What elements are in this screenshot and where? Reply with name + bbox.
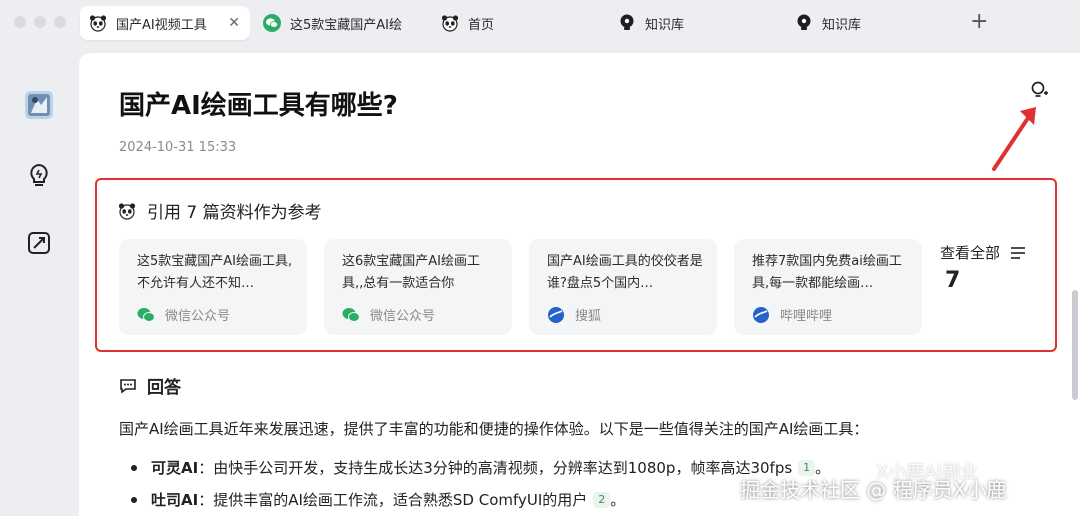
wechat-icon [342,307,360,322]
reference-card[interactable]: 这6款宝藏国产AI绘画工具,,总有一款适合你 微信公众号 [324,239,512,335]
window-close-dot[interactable] [14,16,26,28]
tab-bar: 国产AI视频工具 ✕ 这5款宝藏国产AI绘 首页 知识库 知识库 + [0,0,1080,44]
timestamp: 2024-10-31 15:33 [119,140,237,155]
sentence-end: 。 [610,491,626,509]
view-all-button[interactable]: 查看全部 [940,242,1026,263]
answer-panel: 国产AI绘画工具有哪些? 2024-10-31 15:33 引用 7 篇资料作为… [79,53,1080,516]
reference-source-label: 哔哩哔哩 [780,309,833,324]
tab-ai-video-tools[interactable]: 国产AI视频工具 ✕ [80,6,250,40]
scrollbar[interactable] [1072,290,1078,400]
citation-badge[interactable]: 2 [593,491,611,508]
lightbulb-icon [30,163,48,186]
reference-card[interactable]: 推荐7款国内免费ai绘画工具,每一款都能绘画… 哔哩哔哩 [734,239,922,335]
sidebar-item-ideas[interactable] [24,160,54,190]
reference-card[interactable]: 这5款宝藏国产AI绘画工具,不允许有人还不知… 微信公众号 [119,239,307,335]
chat-icon [120,378,136,394]
tab-wechat-article[interactable]: 这5款宝藏国产AI绘 [262,6,422,40]
answer-intro: 国产AI绘画工具近年来发展迅速，提供了丰富的功能和便捷的操作体验。以下是一些值得… [119,420,869,438]
panda-icon [89,15,107,32]
tab-label: 知识库 [645,17,685,33]
tab-label: 知识库 [822,17,862,33]
list-icon [1011,246,1026,259]
reference-source-label: 微信公众号 [370,309,436,324]
page-title: 国产AI绘画工具有哪些? [119,91,398,121]
tool-description: ：由快手公司开发，支持生成长达3分钟的高清视频，分辨率达到1080p，帧率高达3… [198,459,793,477]
reference-title: 国产AI绘画工具的佼佼者是谁?盘点5个国内… [547,254,703,291]
reference-title: 这6款宝藏国产AI绘画工具,,总有一款适合你 [342,254,480,291]
answer-heading: 回答 [119,373,181,398]
sidebar-item-write[interactable] [24,228,54,258]
reference-source: 搜狐 [547,305,601,324]
wechat-icon [137,307,155,322]
reference-title: 推荐7款国内免费ai绘画工具,每一款都能绘画… [752,254,902,291]
bullet-dot [131,464,137,471]
tool-description: ：提供丰富的AI绘画工作流，适合熟悉SD ComfyUI的用户 [198,491,588,509]
new-tab-button[interactable]: + [970,10,988,34]
reference-source: 哔哩哔哩 [752,305,832,324]
reference-card[interactable]: 国产AI绘画工具的佼佼者是谁?盘点5个国内… 搜狐 [529,239,717,335]
tab-knowledge-base-2[interactable]: 知识库 [794,6,914,40]
reference-title: 这5款宝藏国产AI绘画工具,不允许有人还不知… [137,254,293,291]
bullet-dot [131,496,137,503]
window-zoom-dot[interactable] [54,16,66,28]
reference-source: 微信公众号 [137,305,230,324]
list-item: 可灵AI ：由快手公司开发，支持生成长达3分钟的高清视频，分辨率达到1080p，… [131,457,830,478]
references-heading-text: 引用 7 篇资料作为参考 [147,203,322,223]
answer-heading-text: 回答 [147,378,181,398]
edit-icon [28,232,50,254]
bulb-icon [620,14,634,30]
references-heading: 引用 7 篇资料作为参考 [117,198,322,223]
tab-close-icon[interactable]: ✕ [228,15,240,31]
window-minimize-dot[interactable] [34,16,46,28]
annotation-arrow [992,107,1036,171]
tool-name: 吐司AI [151,491,199,509]
watermark: 掘金技术社区 @ 程序员X小鹿 [740,478,1007,502]
panda-icon [441,15,459,32]
bilibili-icon [753,306,769,323]
tab-knowledge-base-1[interactable]: 知识库 [617,6,737,40]
reference-source: 微信公众号 [342,305,435,324]
view-all-label: 查看全部 [940,244,1001,262]
new-question-button[interactable] [1024,75,1054,105]
panda-icon [118,202,136,220]
tab-label: 这5款宝藏国产AI绘 [290,17,402,33]
list-item: 吐司AI ：提供丰富的AI绘画工作流，适合熟悉SD ComfyUI的用户 2 。 [131,489,625,510]
bulb-icon [797,14,811,30]
reference-source-label: 微信公众号 [165,309,231,324]
references-box: 引用 7 篇资料作为参考 这5款宝藏国产AI绘画工具,不允许有人还不知… 微信公… [95,178,1057,352]
avatar-image [25,91,53,119]
reference-source-label: 搜狐 [575,309,602,324]
tab-label: 首页 [468,17,495,33]
bulb-plus-icon [1031,81,1048,97]
tool-name: 可灵AI [151,459,199,477]
avatar[interactable] [24,90,54,120]
tab-home[interactable]: 首页 [440,6,560,40]
wechat-icon [263,14,281,32]
references-count: 7 [945,268,961,293]
tab-label: 国产AI视频工具 [116,17,207,33]
sohu-icon [548,306,564,323]
